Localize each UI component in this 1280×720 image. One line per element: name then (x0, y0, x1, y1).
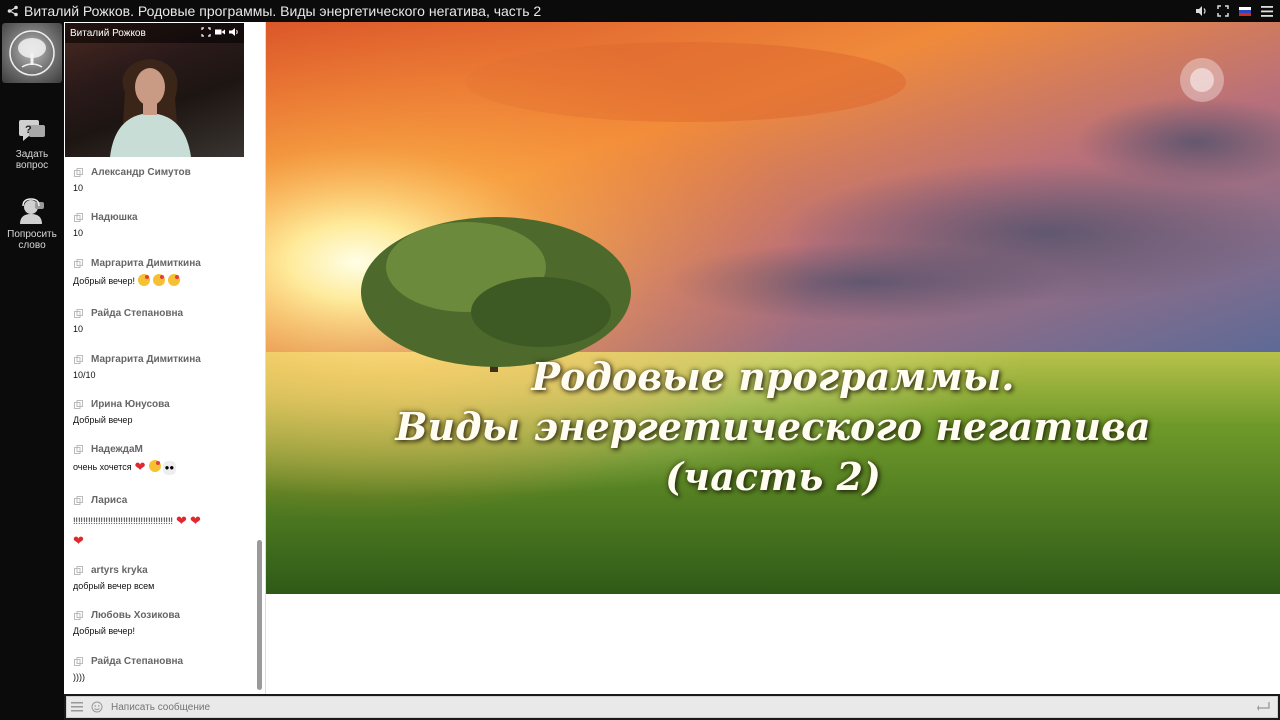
menu-icon[interactable] (1260, 4, 1274, 18)
copy-icon[interactable] (73, 610, 84, 621)
emoji-icon[interactable] (87, 697, 107, 717)
speak-label-2: слово (18, 240, 46, 251)
chat-message: Маргарита Димиткина 10/10 (64, 352, 201, 382)
eyes-emoji-icon: ●● (162, 461, 177, 475)
heart-emoji-icon: ❤ (189, 513, 201, 528)
message-author: artyrs kryka (91, 564, 148, 576)
chat-message: artyrs kryka добрый вечер всем (64, 563, 154, 593)
message-text: очень хочется (73, 462, 132, 472)
window-title: Виталий Рожков. Родовые программы. Виды … (24, 3, 542, 19)
slide-title-line-2: Виды энергетического негатива (395, 404, 1151, 449)
speaker-volume-icon[interactable] (229, 27, 239, 40)
message-text: добрый вечер всем (73, 581, 155, 591)
presentation-slide: Родовые программы. Виды энергетического … (266, 22, 1280, 594)
message-author: Лариса (91, 494, 128, 506)
chat-message: Надюшка 10 (64, 210, 138, 240)
message-composer (64, 694, 1280, 720)
slide-title: Родовые программы. Виды энергетического … (266, 352, 1280, 502)
send-icon[interactable] (1257, 700, 1271, 718)
ask-question-button[interactable]: ? Задать вопрос (0, 116, 64, 171)
heart-emoji-icon: ❤ (176, 513, 187, 528)
camera-icon[interactable] (215, 27, 225, 40)
message-input[interactable] (111, 701, 1211, 713)
message-author: Надюшка (91, 211, 138, 223)
copy-icon[interactable] (73, 495, 84, 506)
copy-icon[interactable] (73, 399, 84, 410)
message-author: Маргарита Димиткина (91, 353, 201, 365)
chat-messages[interactable]: Александр Симутов 10 Надюшка 10 Маргарит… (64, 162, 256, 692)
message-author: НадеждаМ (91, 443, 143, 455)
fullscreen-icon[interactable] (1216, 4, 1230, 18)
message-text: 10 (73, 228, 84, 238)
kiss-emoji-icon (148, 460, 161, 472)
message-text: Добрый вечер! (73, 626, 135, 636)
russian-flag-icon[interactable] (1238, 4, 1252, 18)
message-author: Райда Степановна (91, 655, 184, 667)
copy-icon[interactable] (73, 212, 84, 223)
question-chat-icon: ? (17, 116, 47, 146)
speak-label: Попросить (7, 229, 57, 240)
message-text: Добрый вечер! (73, 276, 135, 286)
message-text: Добрый вечер (73, 415, 133, 425)
expand-icon[interactable] (201, 27, 211, 40)
chat-scrollbar[interactable] (257, 540, 262, 690)
copy-icon[interactable] (73, 258, 84, 269)
chat-message: Райда Степановна )))) (64, 654, 183, 684)
volume-icon[interactable] (1194, 4, 1208, 18)
video-frame (65, 23, 244, 157)
slide-title-line-1: Родовые программы. (531, 354, 1015, 399)
kiss-emoji-icon (152, 274, 165, 286)
message-text: 10 (73, 183, 84, 193)
share-icon[interactable] (4, 0, 22, 22)
slide-empty-area (266, 594, 1280, 694)
request-speak-button[interactable]: Попросить слово (0, 196, 64, 251)
chat-message: Александр Симутов 10 (64, 165, 191, 195)
copy-icon[interactable] (73, 308, 84, 319)
chat-message: Райда Степановна 10 (64, 306, 183, 336)
copy-icon[interactable] (73, 444, 84, 455)
speaker-video[interactable]: Виталий Рожков (65, 23, 244, 157)
kiss-emoji-icon (167, 274, 180, 286)
copy-icon[interactable] (73, 354, 84, 365)
slide-title-line-3: (часть 2) (665, 454, 881, 499)
message-author: Любовь Хозикова (91, 609, 180, 621)
copy-icon[interactable] (73, 167, 84, 178)
svg-text:?: ? (25, 124, 32, 136)
speaker-person-icon (17, 196, 47, 226)
copy-icon[interactable] (73, 565, 84, 576)
chat-message: Лариса !!!!!!!!!!!!!!!!!!!!!!!!!!!!!!!!!… (64, 493, 201, 551)
heart-emoji-icon: ❤ (73, 533, 84, 548)
chat-message: НадеждаМ очень хочется ❤ ●● (64, 442, 177, 475)
message-text: !!!!!!!!!!!!!!!!!!!!!!!!!!!!!!!!!!!!!!!! (73, 516, 174, 526)
kiss-emoji-icon (137, 274, 150, 286)
speaker-figure (110, 59, 191, 157)
chat-message: Ирина Юнусова Добрый вечер (64, 397, 170, 427)
list-icon[interactable] (67, 697, 87, 717)
message-text: 10 (73, 324, 84, 334)
slide-background (266, 22, 1280, 594)
message-author: Александр Симутов (91, 166, 191, 178)
tree-logo (2, 23, 62, 83)
heart-emoji-icon: ❤ (134, 459, 146, 474)
ask-label-2: вопрос (15, 160, 49, 171)
left-rail: ? Задать вопрос Попросить слово (0, 22, 64, 720)
chat-message: Любовь Хозикова Добрый вечер! (64, 608, 180, 638)
copy-icon[interactable] (73, 656, 84, 667)
message-text: )))) (73, 672, 85, 682)
chat-panel: Виталий Рожков Александр Симутов 10 Надю… (64, 22, 266, 694)
message-text: 10/10 (73, 370, 96, 380)
chat-message: Маргарита Димиткина Добрый вечер! (64, 256, 201, 288)
ask-label: Задать (15, 149, 49, 160)
message-author: Ирина Юнусова (91, 398, 170, 410)
speaker-name: Виталий Рожков (70, 27, 146, 39)
title-bar: Виталий Рожков. Родовые программы. Виды … (0, 0, 1280, 22)
message-author: Маргарита Димиткина (91, 257, 201, 269)
message-author: Райда Степановна (91, 307, 184, 319)
video-header: Виталий Рожков (65, 23, 244, 43)
